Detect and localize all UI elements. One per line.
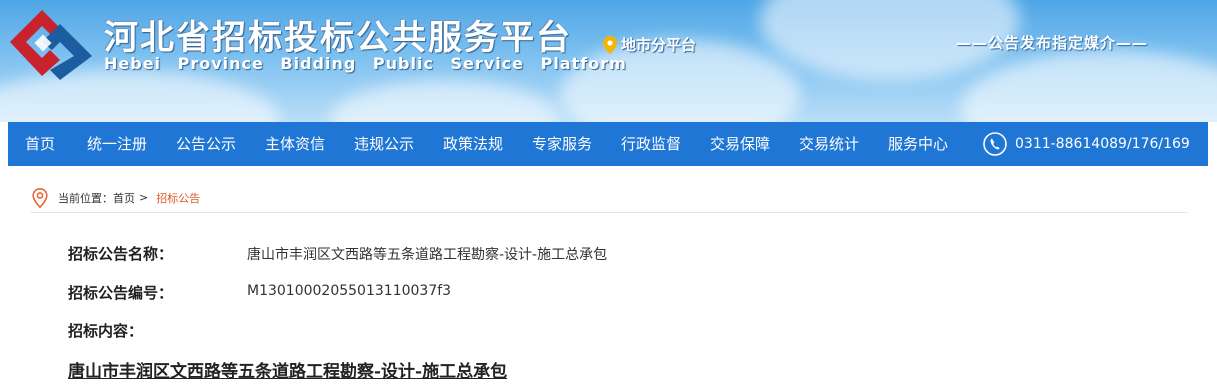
breadcrumb-home[interactable]: 首页 [113,190,135,206]
nav-item-experts[interactable]: 专家服务 [532,122,592,166]
city-platform-link[interactable]: 地市分平台 [603,34,696,55]
site-subtitle: Hebei Province Bidding Public Service Pl… [104,54,627,73]
cloud [960,50,1217,122]
nav-item-statistics[interactable]: 交易统计 [799,122,859,166]
phone-icon [983,132,1007,156]
nav-item-service-center[interactable]: 服务中心 [888,122,948,166]
nav-item-guarantee[interactable]: 交易保障 [710,122,770,166]
hotline-number: 0311-88614089/176/169 [1015,136,1190,152]
site-title: 河北省招标投标公共服务平台 [104,18,572,58]
header-banner: 河北省招标投标公共服务平台 Hebei Province Bidding Pub… [0,0,1217,122]
nav-item-home[interactable]: 首页 [25,122,55,166]
nav-item-registration[interactable]: 统一注册 [87,122,147,166]
hotline: 0311-88614089/176/169 [983,122,1190,166]
breadcrumb-separator: > [139,191,149,204]
content-heading: 唐山市丰润区文西路等五条道路工程勘察-设计-施工总承包 [68,362,508,382]
nav-item-announcements[interactable]: 公告公示 [176,122,236,166]
notice-name-value: 唐山市丰润区文西路等五条道路工程勘察-设计-施工总承包 [247,247,608,263]
main-nav: 首页 统一注册 公告公示 主体资信 违规公示 政策法规 专家服务 行政监督 交易… [8,122,1208,166]
nav-item-supervision[interactable]: 行政监督 [621,122,681,166]
content-label: 招标内容： [68,322,144,340]
designated-media-note: ——公告发布指定媒介—— [956,34,1149,52]
location-pin-icon [32,187,48,208]
notice-name-label: 招标公告名称： [68,245,174,263]
notice-code-value: M1301000205501311003​7f3 [247,283,452,299]
nav-item-violations[interactable]: 违规公示 [354,122,414,166]
nav-item-policies[interactable]: 政策法规 [443,122,503,166]
cloud [330,80,560,122]
breadcrumb-prefix: 当前位置： [58,191,113,205]
city-platform-label: 地市分平台 [621,36,697,54]
breadcrumb-current[interactable]: 招标公告 [156,190,200,206]
location-pin-icon [603,35,617,54]
platform-logo [10,10,92,80]
breadcrumb: 当前位置： 首页 > 招标公告 [30,183,1188,213]
nav-item-credit[interactable]: 主体资信 [265,122,325,166]
notice-code-label: 招标公告编号： [68,284,174,302]
